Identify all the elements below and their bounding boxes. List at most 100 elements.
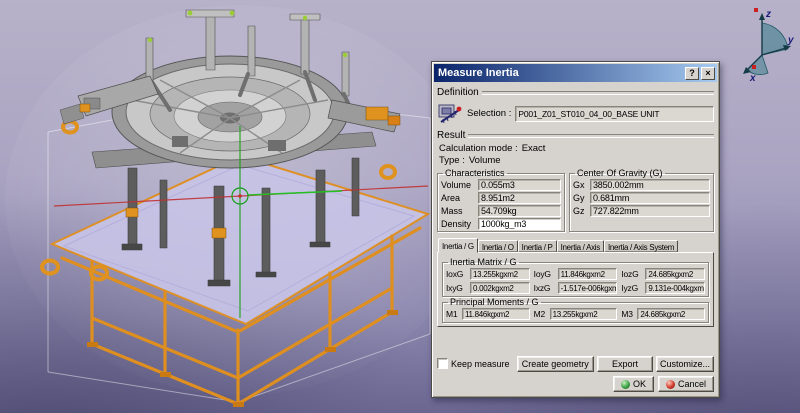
type-value: Volume: [468, 155, 501, 166]
ok-icon: [620, 379, 630, 389]
area-field: 8.951m2: [478, 192, 561, 204]
m1-cell: M1 11.846kgxm2: [446, 308, 530, 320]
selection-row: Selection : P001_Z01_ST010_04_00_BASE UN…: [438, 100, 714, 127]
ok-label: OK: [632, 379, 646, 389]
gz-row: Gz 727.822mm: [573, 205, 710, 217]
selection-field[interactable]: P001_Z01_ST010_04_00_BASE UNIT: [515, 105, 714, 122]
result-label: Result: [437, 130, 466, 141]
type-label: Type :: [439, 155, 465, 166]
cancel-label: Cancel: [677, 379, 706, 389]
center-of-gravity-title: Center Of Gravity (G): [577, 168, 663, 178]
ioxg-cell: IoxG 13.255kgxm2: [446, 268, 530, 280]
gy-field: 0.681mm: [590, 192, 710, 204]
volume-row: Volume 0.055m3: [441, 179, 561, 191]
gx-row: Gx 3850.002mm: [573, 179, 710, 191]
ioxg-field: 13.255kgxm2: [470, 268, 530, 280]
iozg-field: 24.685kgxm2: [645, 268, 705, 280]
dialog-titlebar[interactable]: Measure Inertia ? ×: [434, 64, 717, 82]
m2-cell: M2 13.255kgxm2: [534, 308, 618, 320]
orientation-compass[interactable]: z y x: [732, 3, 794, 83]
tab-inertia-g[interactable]: Inertia / G: [438, 238, 478, 253]
compass-handle-icon[interactable]: [754, 8, 758, 12]
inertia-matrix-group: Inertia Matrix / G IoxG 13.255kgxm2 IoyG…: [442, 257, 709, 297]
keep-measure-checkbox[interactable]: [437, 358, 448, 369]
volume-field: 0.055m3: [478, 179, 561, 191]
result-section: Result: [437, 129, 714, 142]
compass-y-label: y: [787, 35, 794, 46]
definition-section: Definition: [437, 86, 714, 99]
cancel-icon: [665, 379, 675, 389]
tab-inertia-axis[interactable]: Inertia / Axis: [556, 240, 604, 252]
close-button[interactable]: ×: [701, 66, 715, 80]
inertia-tab-strip: Inertia / G Inertia / O Inertia / P Iner…: [437, 236, 714, 253]
inertia-matrix-title: Inertia Matrix / G: [450, 257, 517, 267]
cancel-button[interactable]: Cancel: [657, 376, 714, 392]
characteristics-title: Characteristics: [445, 168, 505, 178]
area-label: Area: [441, 193, 461, 203]
help-button[interactable]: ?: [685, 66, 699, 80]
gx-field: 3850.002mm: [590, 179, 710, 191]
customize-button[interactable]: Customize...: [656, 355, 714, 372]
iozg-cell: IozG 24.685kgxm2: [621, 268, 705, 280]
density-input[interactable]: 1000kg_m3: [478, 218, 561, 230]
m2-label: M2: [533, 309, 546, 319]
ixyg-label: IxyG: [446, 283, 463, 293]
ixyg-field: 0.002kgxm2: [470, 282, 530, 294]
definition-rule: [481, 90, 714, 95]
volume-label: Volume: [441, 180, 472, 190]
tab-inertia-p[interactable]: Inertia / P: [517, 240, 557, 252]
area-row: Area 8.951m2: [441, 192, 561, 204]
principal-moments-group: Principal Moments / G M1 11.846kgxm2 M2 …: [442, 297, 709, 323]
ioyg-field: 11.846kgxm2: [557, 268, 618, 280]
compass-origin-icon[interactable]: [752, 65, 756, 69]
tab-inertia-o[interactable]: Inertia / O: [477, 240, 518, 252]
inertia-g-panel: Inertia Matrix / G IoxG 13.255kgxm2 IoyG…: [437, 252, 714, 327]
characteristics-group: Characteristics Volume 0.055m3 Area 8.95…: [437, 168, 565, 232]
compass-x-label: x: [749, 73, 756, 83]
calculation-mode-value: Exact: [521, 143, 546, 154]
iyzg-field: 9.131e-004kgxm2: [645, 282, 705, 294]
compass-z-label: z: [765, 9, 771, 20]
m1-field: 11.846kgxm2: [462, 308, 530, 320]
iyzg-label: IyzG: [621, 283, 639, 293]
ixzg-field: -1.517e-006kgxm2: [557, 282, 618, 294]
principal-moments-title: Principal Moments / G: [450, 297, 539, 307]
calculation-mode-label: Calculation mode :: [439, 143, 518, 154]
gz-field: 727.822mm: [590, 205, 710, 217]
m3-cell: M3 24.685kgxm2: [621, 308, 705, 320]
keep-measure-label: Keep measure: [451, 358, 510, 369]
gz-label: Gz: [573, 206, 585, 216]
export-button[interactable]: Export: [597, 355, 653, 372]
mass-field: 54.709kg: [478, 205, 561, 217]
measure-inertia-icon[interactable]: [438, 102, 463, 125]
selection-label: Selection :: [467, 108, 512, 119]
type-row: Type : Volume: [439, 155, 714, 166]
density-row: Density 1000kg_m3: [441, 218, 561, 230]
calculation-mode-row: Calculation mode : Exact: [439, 143, 714, 154]
dialog-footer: Keep measure Create geometry Export Cust…: [437, 355, 714, 372]
gy-row: Gy 0.681mm: [573, 192, 710, 204]
ioxg-label: IoxG: [446, 269, 464, 279]
m1-label: M1: [446, 309, 458, 319]
ok-button[interactable]: OK: [612, 376, 654, 392]
m2-field: 13.255kgxm2: [549, 308, 618, 320]
iyzg-cell: IyzG 9.131e-004kgxm2: [621, 282, 705, 294]
ixzg-cell: IxzG -1.517e-006kgxm2: [534, 282, 618, 294]
density-label: Density: [441, 219, 472, 229]
dialog-spacer: [437, 327, 714, 355]
gy-label: Gy: [573, 193, 585, 203]
ixyg-cell: IxyG 0.002kgxm2: [446, 282, 530, 294]
dialog-actions: OK Cancel: [437, 376, 714, 393]
ioyg-label: IoyG: [533, 269, 551, 279]
center-of-gravity-group: Center Of Gravity (G) Gx 3850.002mm Gy 0…: [569, 168, 714, 232]
m3-field: 24.685kgxm2: [637, 308, 705, 320]
create-geometry-button[interactable]: Create geometry: [516, 355, 594, 372]
dialog-title: Measure Inertia: [438, 67, 519, 79]
cad-model-base-unit[interactable]: [0, 0, 460, 413]
m3-label: M3: [621, 309, 633, 319]
tab-inertia-axis-system[interactable]: Inertia / Axis System: [603, 240, 679, 252]
gx-label: Gx: [573, 180, 585, 190]
result-rule: [468, 133, 714, 138]
mass-label: Mass: [441, 206, 463, 216]
ioyg-cell: IoyG 11.846kgxm2: [534, 268, 618, 280]
